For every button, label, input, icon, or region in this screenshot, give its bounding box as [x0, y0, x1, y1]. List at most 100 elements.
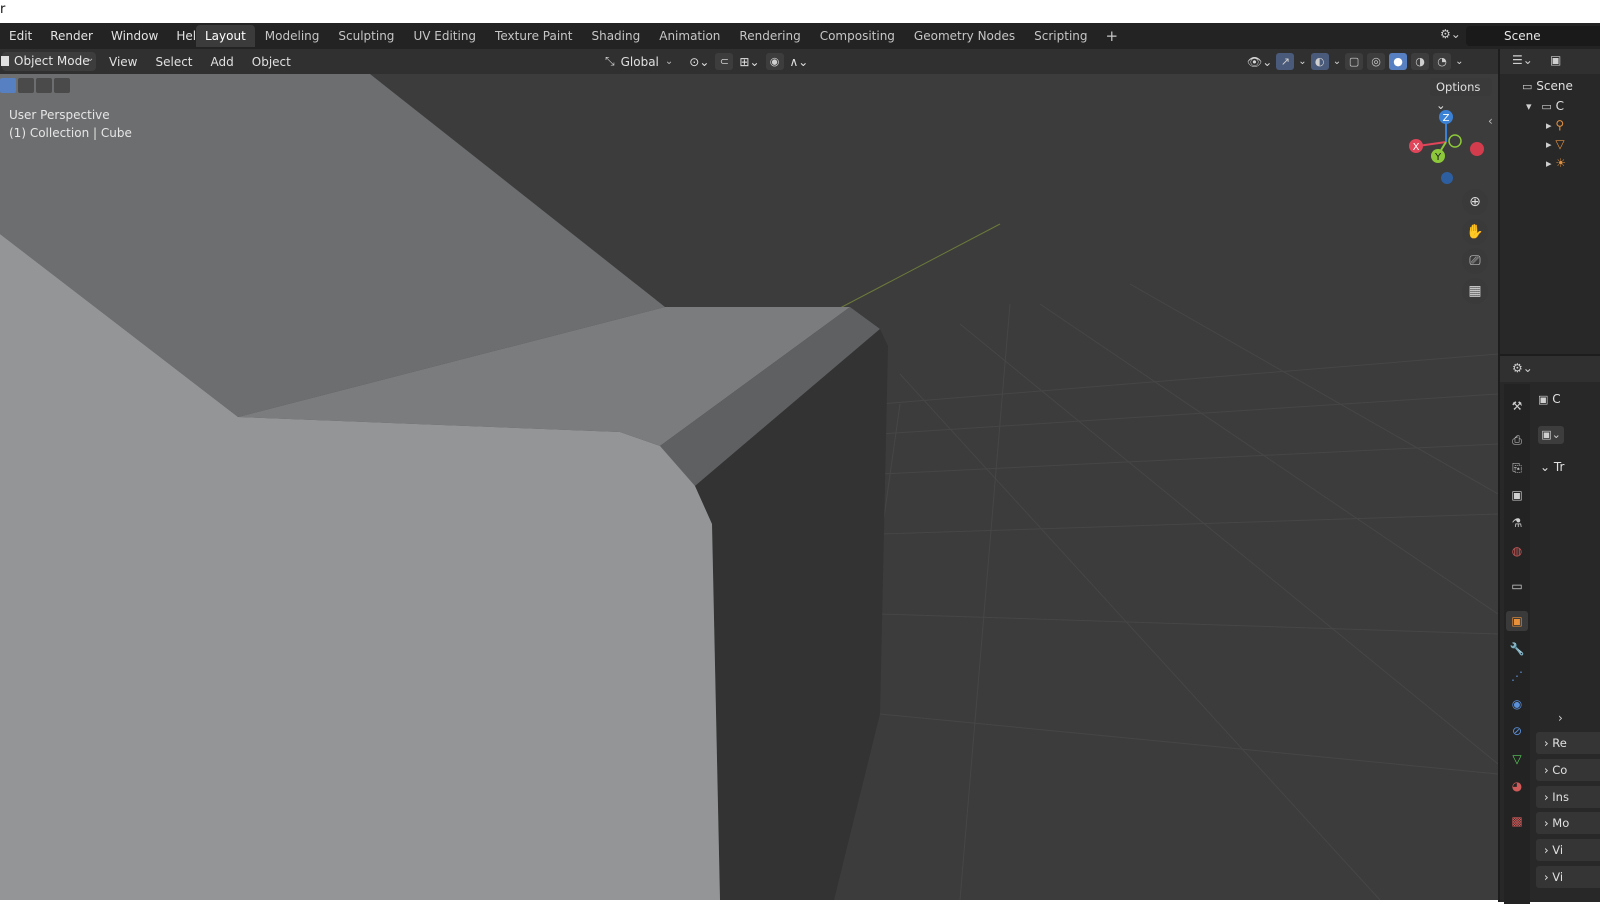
panel-collections[interactable]: › Co — [1536, 759, 1600, 781]
xray-icon[interactable]: ▢ — [1345, 53, 1364, 70]
object-tab-icon[interactable]: ▣ — [1506, 611, 1528, 631]
y-axis-line — [839, 223, 1001, 309]
neg-z-axis-handle[interactable] — [1441, 172, 1453, 184]
tab-rendering[interactable]: Rendering — [730, 25, 809, 47]
outliner-item-cube[interactable]: ▸ ▽ — [1546, 137, 1565, 151]
snap-target-icon[interactable]: ⊞⌄ — [739, 55, 759, 69]
object-datablock-dropdown[interactable]: ▣⌄ — [1538, 426, 1564, 444]
camera-icon[interactable]: ⎚ — [1462, 248, 1488, 274]
outliner-item-camera[interactable]: ▸ ⚲ — [1546, 118, 1564, 132]
wireframe-shading-icon[interactable]: ◎ — [1367, 53, 1386, 70]
panel-visibility[interactable]: › Vi — [1536, 839, 1600, 861]
3d-viewport[interactable]: User Perspective (1) Collection | Cube O… — [0, 74, 1498, 900]
object-mode-dropdown[interactable]: Object Mode ⌄ — [1, 52, 96, 71]
gizmo-icon[interactable]: ↗ — [1276, 53, 1295, 70]
z-axis-label: Z — [1443, 113, 1450, 124]
constraints-tab-icon[interactable]: ⊘ — [1506, 721, 1528, 741]
expand-arrow-icon[interactable]: ▸ — [1546, 138, 1552, 151]
outliner-collection-row[interactable]: ▾ ▭ C — [1526, 99, 1564, 113]
grid-ortho-icon[interactable]: ▦ — [1462, 278, 1488, 304]
tab-sculpting[interactable]: Sculpting — [329, 25, 403, 47]
output-tab-icon[interactable]: ⎘ — [1506, 458, 1528, 478]
expand-arrow-icon[interactable]: ▸ — [1546, 157, 1552, 170]
panel-motion-paths[interactable]: › Mo — [1536, 812, 1600, 834]
rendered-shading-icon[interactable]: ◔ — [1433, 53, 1452, 70]
outliner-scene-row[interactable]: ▭ Scene — [1522, 79, 1573, 93]
menu-edit[interactable]: Edit — [0, 29, 41, 43]
world-tab-icon[interactable]: ◍ — [1506, 541, 1528, 561]
material-shading-icon[interactable]: ◑ — [1411, 53, 1430, 70]
chevron-down-icon[interactable]: ⌄ — [1333, 56, 1341, 67]
neg-x-axis-handle[interactable] — [1470, 142, 1484, 156]
panel-viewport-display[interactable]: › Vi — [1536, 866, 1600, 888]
tab-geometry-nodes[interactable]: Geometry Nodes — [905, 25, 1024, 47]
pivot-icon[interactable]: ⊙⌄ — [689, 55, 709, 69]
tab-compositing[interactable]: Compositing — [811, 25, 904, 47]
light-object-icon: ☀ — [1555, 156, 1567, 170]
physics-tab-icon[interactable]: ◉ — [1506, 694, 1528, 714]
add-workspace-button[interactable]: + — [1098, 25, 1127, 47]
scene-selector[interactable]: Scene — [1466, 26, 1600, 46]
select-intersect-icon[interactable] — [54, 78, 70, 93]
particles-tab-icon[interactable]: ⋰ — [1506, 666, 1528, 686]
snap-icon[interactable]: ⊂ — [715, 53, 734, 70]
menu-add[interactable]: Add — [202, 55, 243, 69]
data-tab-icon[interactable]: ▽ — [1506, 749, 1528, 769]
select-extend-icon[interactable] — [18, 78, 34, 93]
menu-render[interactable]: Render — [41, 29, 102, 43]
collection-tab-icon[interactable]: ▭ — [1506, 576, 1528, 596]
tab-texture-paint[interactable]: Texture Paint — [486, 25, 581, 47]
menu-view[interactable]: View — [100, 55, 146, 69]
tab-modeling[interactable]: Modeling — [256, 25, 329, 47]
tab-shading[interactable]: Shading — [582, 25, 649, 47]
proportional-edit-icon[interactable]: ◉ — [765, 53, 784, 70]
orientation-dropdown[interactable]: Global — [621, 55, 659, 69]
scene-selector-icon[interactable]: ⚙⌄ — [1440, 27, 1461, 41]
main-menu: Edit Render Window Help — [0, 23, 213, 49]
expand-arrow-icon[interactable]: ▾ — [1526, 100, 1532, 113]
properties-panel: ⚙⌄ ⚒ ⎙ ⎘ ▣ ⚗ ◍ ▭ ▣ 🔧 ⋰ ◉ ⊘ ▽ ◕ ▩ ▣ C ▣ ⌄ … — [1498, 354, 1600, 904]
overlays-icon[interactable]: ◐ — [1310, 53, 1329, 70]
pan-hand-icon[interactable]: ✋ — [1462, 219, 1488, 245]
scene-tab-icon[interactable]: ⚗ — [1506, 513, 1528, 533]
object-name-label: C — [1552, 392, 1561, 406]
tab-layout[interactable]: Layout — [196, 25, 255, 47]
material-tab-icon[interactable]: ◕ — [1506, 776, 1528, 796]
visibility-icon[interactable]: 👁⌄ — [1247, 55, 1272, 69]
panel-relations[interactable]: › Re — [1536, 732, 1600, 754]
tab-scripting[interactable]: Scripting — [1025, 25, 1096, 47]
display-mode-icon[interactable]: ▣ — [1550, 53, 1561, 67]
falloff-icon[interactable]: ∧⌄ — [790, 55, 809, 69]
panel-delta-toggle[interactable]: › — [1558, 711, 1563, 725]
panel-collections-label: Co — [1552, 763, 1568, 777]
neg-y-axis-handle[interactable] — [1448, 134, 1462, 148]
modifier-tab-icon[interactable]: 🔧 — [1506, 639, 1528, 659]
transform-tools: ⤡ Global ⌄ ⊙⌄ ⊂ ⊞⌄ ◉ ∧⌄ — [605, 52, 808, 71]
tab-uv-editing[interactable]: UV Editing — [404, 25, 485, 47]
select-subtract-icon[interactable] — [36, 78, 52, 93]
editor-type-icon[interactable]: ☰⌄ — [1512, 53, 1533, 67]
menu-object[interactable]: Object — [243, 55, 300, 69]
editor-type-icon[interactable]: ⚙⌄ — [1512, 361, 1533, 375]
viewport-collection-label: (1) Collection | Cube — [9, 126, 132, 140]
solid-shading-icon[interactable]: ● — [1389, 53, 1408, 70]
expand-arrow-icon[interactable]: ▸ — [1546, 119, 1552, 132]
outliner-item-light[interactable]: ▸ ☀ — [1546, 156, 1566, 170]
render-tab-icon[interactable]: ⎙ — [1506, 430, 1528, 450]
navigation-gizmo[interactable]: Z X Y — [1404, 108, 1494, 190]
tool-tab-icon[interactable]: ⚒ — [1506, 396, 1528, 416]
menu-select[interactable]: Select — [146, 55, 201, 69]
panel-instancing[interactable]: › Ins — [1536, 786, 1600, 808]
zoom-icon[interactable]: ⊕ — [1462, 189, 1488, 215]
window-titlebar: r — [0, 0, 1600, 23]
object-name-row[interactable]: ▣ C — [1538, 392, 1561, 406]
options-dropdown[interactable]: Options ⌄ — [1430, 78, 1492, 112]
chevron-down-icon[interactable]: ⌄ — [1298, 56, 1306, 67]
tab-animation[interactable]: Animation — [650, 25, 729, 47]
select-box-icon[interactable] — [0, 78, 16, 93]
panel-transform[interactable]: ⌄ Tr — [1540, 460, 1564, 474]
chevron-down-icon[interactable]: ⌄ — [1455, 56, 1463, 67]
view-layer-tab-icon[interactable]: ▣ — [1506, 485, 1528, 505]
texture-tab-icon[interactable]: ▩ — [1506, 811, 1528, 831]
menu-window[interactable]: Window — [102, 29, 167, 43]
